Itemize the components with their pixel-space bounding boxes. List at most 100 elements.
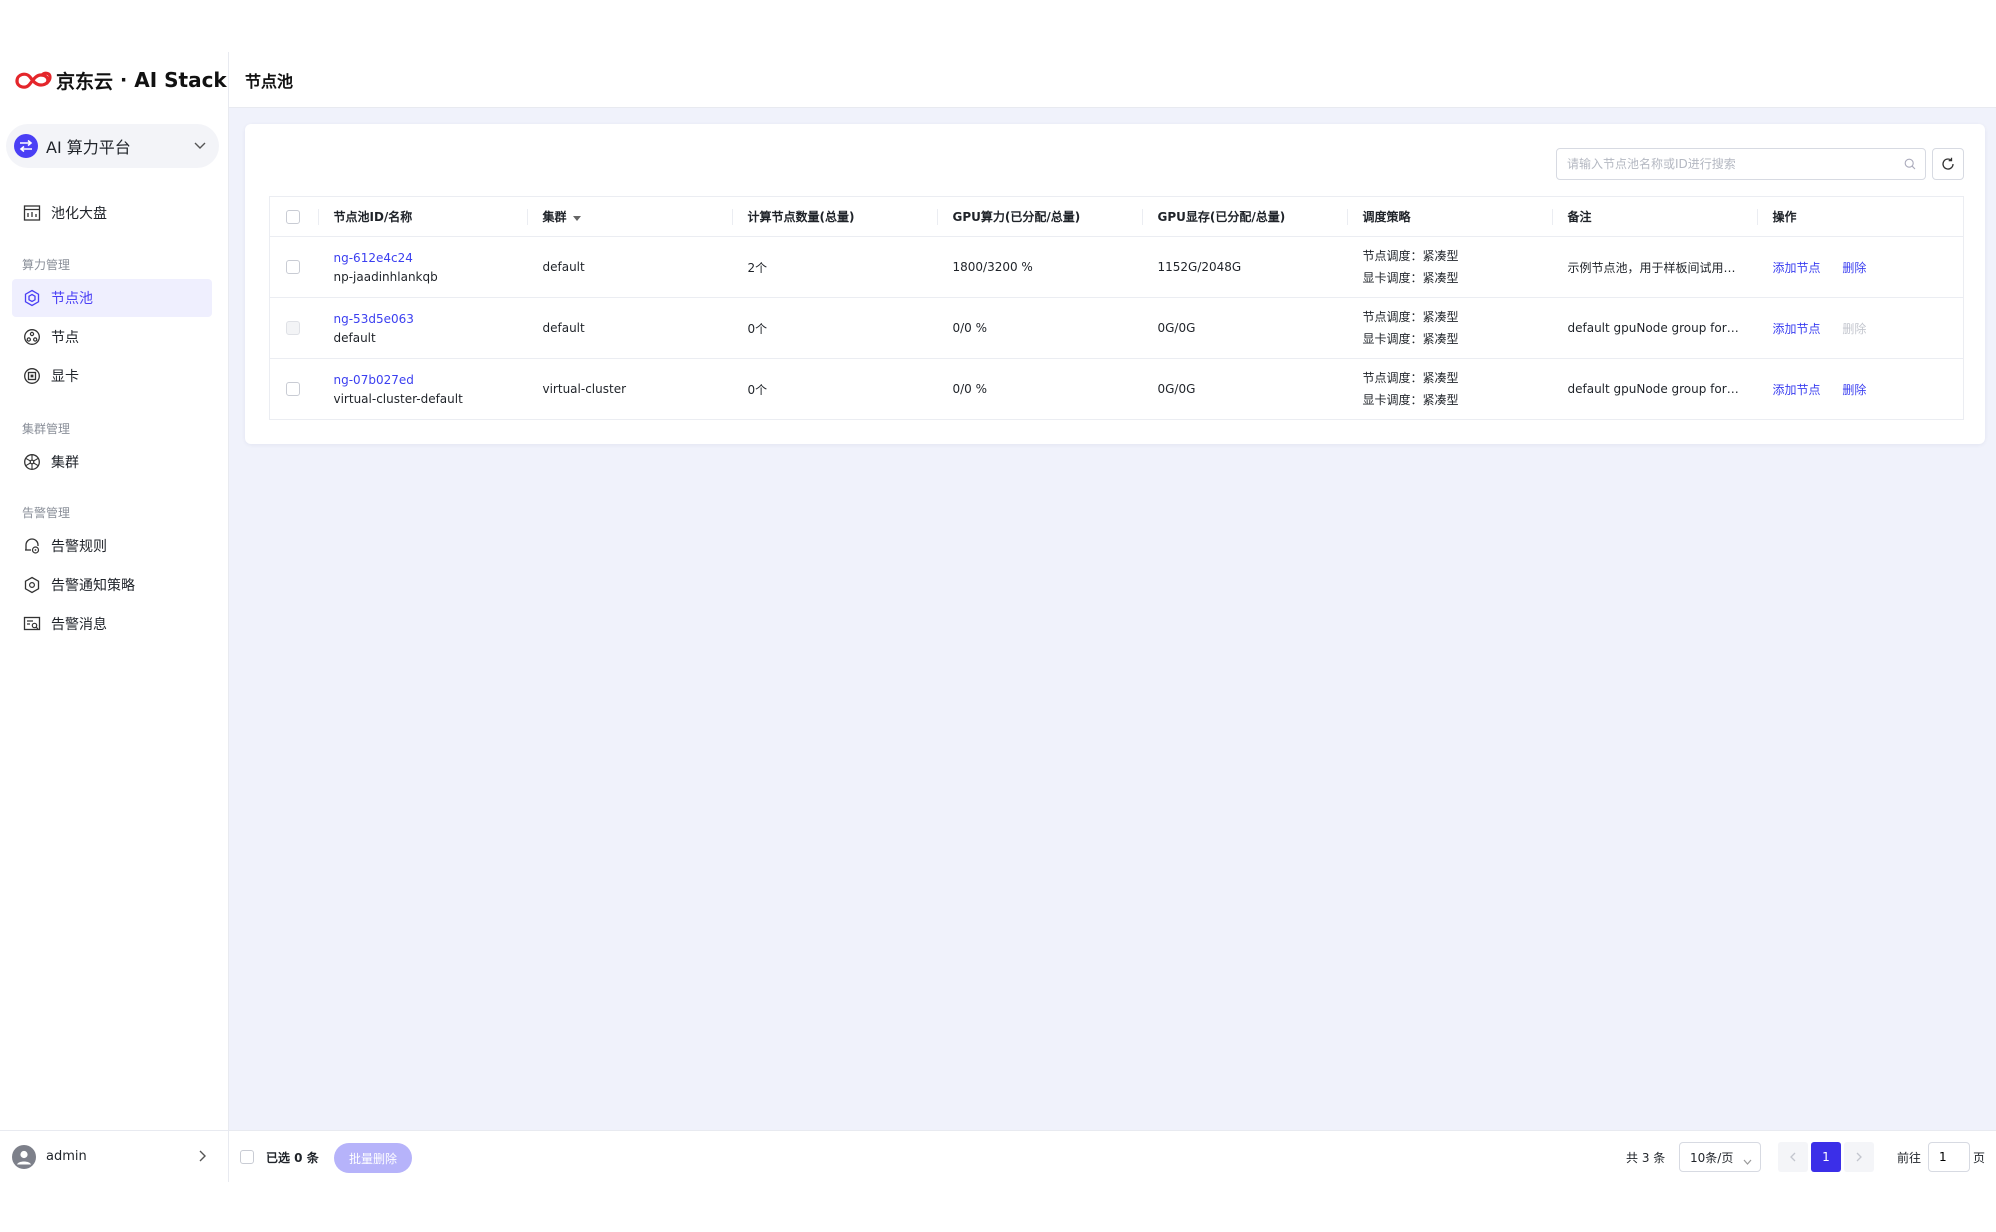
cell-gpu-compute: 1800/3200 % <box>936 236 1142 298</box>
sidebar: 京东云 · AI Stack AI 算力平台 池化大盘 算力管理 节点池 节点 … <box>0 52 229 1182</box>
refresh-button[interactable] <box>1932 148 1964 180</box>
cell-node-count: 0个 <box>731 297 937 359</box>
sidebar-item-label: 告警消息 <box>51 617 107 633</box>
node-pool-name: default <box>333 330 376 345</box>
alert-rule-icon <box>23 537 41 555</box>
cell-remark: default gpuNode group for sin... <box>1567 382 1757 396</box>
delete-button[interactable]: 删除 <box>1842 261 1866 275</box>
row-checkbox[interactable] <box>286 382 300 397</box>
node-schedule: 节点调度：紧凑型 <box>1362 249 1459 263</box>
cell-node-count: 2个 <box>731 236 937 298</box>
page-size-select[interactable]: 10条/页 <box>1679 1142 1761 1172</box>
nav-group-title: 集群管理 <box>22 422 71 436</box>
node-pool-id-link[interactable]: ng-53d5e063 <box>334 312 511 326</box>
cell-actions: 添加节点 删除 <box>1757 359 1964 420</box>
node-pool-icon <box>23 289 41 307</box>
sidebar-item-dashboard[interactable]: 池化大盘 <box>12 194 212 232</box>
footer-select-all-checkbox[interactable] <box>240 1150 254 1164</box>
sidebar-item-cluster[interactable]: 集群 <box>12 443 212 481</box>
search-input[interactable] <box>1567 157 1887 171</box>
add-node-button[interactable]: 添加节点 <box>1773 383 1821 397</box>
platform-switcher[interactable]: AI 算力平台 <box>6 124 219 168</box>
node-schedule: 节点调度：紧凑型 <box>1362 371 1459 385</box>
select-all-checkbox[interactable] <box>286 209 300 224</box>
swap-icon <box>14 134 38 158</box>
prev-page-button[interactable] <box>1778 1142 1808 1172</box>
cell-gpu-memory: 0G/0G <box>1157 382 1196 396</box>
cell-schedule: 节点调度：紧凑型 显卡调度：紧凑型 <box>1346 297 1552 359</box>
node-pool-name: np-jaadinhlankqb <box>333 269 438 284</box>
platform-label: AI 算力平台 <box>46 138 131 157</box>
page-unit-label: 页 <box>1973 1151 1986 1165</box>
user-menu[interactable]: admin <box>0 1130 229 1182</box>
sidebar-item-alert-message[interactable]: 告警消息 <box>12 605 212 643</box>
cell-actions: 添加节点 删除 <box>1756 297 1964 359</box>
sidebar-item-label: 节点 <box>51 330 79 346</box>
batch-delete-button: 批量删除 <box>334 1143 412 1173</box>
brand-logo[interactable]: 京东云 · AI Stack <box>14 64 227 96</box>
sidebar-item-label: 显卡 <box>51 369 79 385</box>
row-checkbox[interactable] <box>286 260 300 275</box>
app-frame: 京东云 · AI Stack AI 算力平台 池化大盘 算力管理 节点池 节点 … <box>0 52 1996 1182</box>
gpu-schedule: 显卡调度：紧凑型 <box>1362 393 1459 407</box>
cell-id-name: ng-07b027ed virtual-cluster-default <box>318 359 527 420</box>
sidebar-item-alert-policy[interactable]: 告警通知策略 <box>12 566 212 604</box>
user-name: admin <box>46 1149 87 1164</box>
node-pool-id-link[interactable]: ng-07b027ed <box>334 373 511 387</box>
header-id-name: 节点池ID/名称 <box>317 196 527 237</box>
goto-page-input[interactable] <box>1928 1142 1970 1172</box>
nav-group-title: 告警管理 <box>22 506 71 520</box>
total-count: 共 3 条 <box>1626 1151 1666 1165</box>
alert-policy-icon <box>23 576 41 594</box>
node-pool-card: 节点池ID/名称 集群 计算节点数量(总量) GPU算力(已分配/总量) GPU… <box>245 124 1985 444</box>
avatar <box>12 1144 36 1169</box>
cell-gpu-memory: 0G/0G <box>1141 297 1347 359</box>
topbar: 节点池 <box>229 52 1996 108</box>
page-title: 节点池 <box>245 72 294 91</box>
table-row: ng-612e4c24 np-jaadinhlankqb default 2个 … <box>269 236 1964 298</box>
delete-button[interactable]: 删除 <box>1842 383 1866 397</box>
cell-id-name: ng-612e4c24 np-jaadinhlankqb <box>317 236 527 298</box>
chevron-down-icon <box>193 138 207 156</box>
chevron-left-icon <box>1790 1152 1796 1162</box>
next-page-button[interactable] <box>1844 1142 1874 1172</box>
table-header-row: 节点池ID/名称 集群 计算节点数量(总量) GPU算力(已分配/总量) GPU… <box>269 196 1964 237</box>
sidebar-item-label: 集群 <box>51 455 79 471</box>
chevron-right-icon <box>197 1149 209 1167</box>
cell-id-name: ng-53d5e063 default <box>317 297 527 359</box>
row-checkbox <box>286 321 300 336</box>
cell-gpu-compute: 0/0 % <box>952 382 988 396</box>
cell-schedule: 节点调度：紧凑型 显卡调度：紧凑型 <box>1346 236 1552 298</box>
node-icon <box>23 328 41 346</box>
gpu-schedule: 显卡调度：紧凑型 <box>1362 271 1459 285</box>
sidebar-item-node-pool[interactable]: 节点池 <box>12 279 212 317</box>
sidebar-item-gpu[interactable]: 显卡 <box>12 357 212 395</box>
search-icon[interactable] <box>1904 158 1916 174</box>
chevron-down-icon <box>1743 1154 1752 1168</box>
cell-node-count: 0个 <box>747 382 768 397</box>
node-schedule: 节点调度：紧凑型 <box>1362 310 1459 324</box>
jdcloud-logo-icon <box>15 71 52 89</box>
cell-cluster: default <box>526 236 732 298</box>
brand-product: AI Stack <box>134 68 227 92</box>
sidebar-item-alert-rule[interactable]: 告警规则 <box>12 527 212 565</box>
page-number-current[interactable]: 1 <box>1811 1142 1841 1172</box>
brand-name: 京东云 <box>56 70 114 93</box>
node-pool-id-link[interactable]: ng-612e4c24 <box>334 251 511 265</box>
alert-message-icon <box>23 615 41 633</box>
search-box[interactable] <box>1556 148 1926 180</box>
cell-schedule: 节点调度：紧凑型 显卡调度：紧凑型 <box>1347 359 1552 420</box>
gpu-icon <box>23 367 41 385</box>
add-node-button[interactable]: 添加节点 <box>1773 261 1821 275</box>
add-node-button[interactable]: 添加节点 <box>1773 322 1821 336</box>
node-pool-name: virtual-cluster-default <box>333 391 463 406</box>
header-node-count: 计算节点数量(总量) <box>731 196 937 237</box>
row-select <box>269 236 318 298</box>
filter-caret-icon[interactable] <box>572 211 581 225</box>
sidebar-item-node[interactable]: 节点 <box>12 318 212 356</box>
dashboard-icon <box>23 204 41 222</box>
cell-actions: 添加节点 删除 <box>1756 236 1964 298</box>
header-cluster[interactable]: 集群 <box>526 196 732 237</box>
refresh-icon <box>1942 157 1954 170</box>
node-pool-table: 节点池ID/名称 集群 计算节点数量(总量) GPU算力(已分配/总量) GPU… <box>269 196 1964 420</box>
